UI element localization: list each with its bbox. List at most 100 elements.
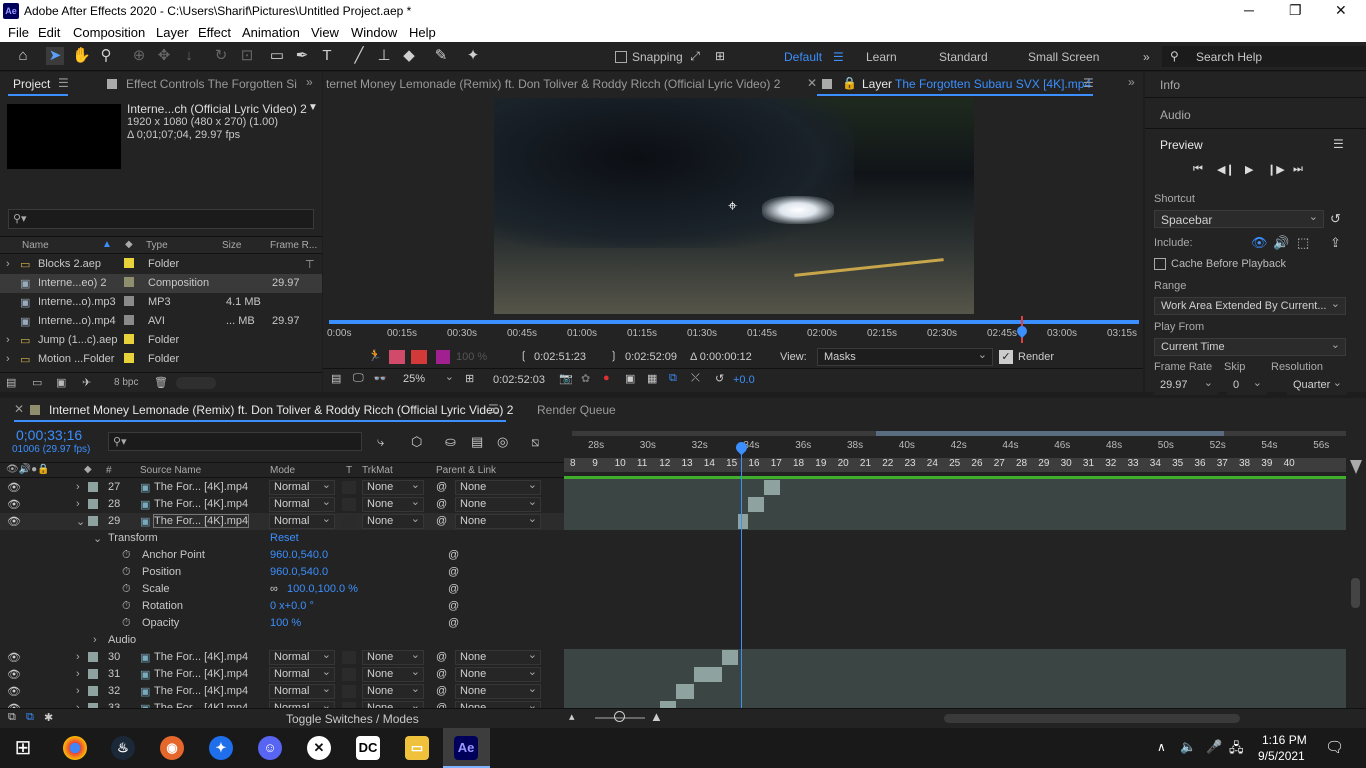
layer-marker[interactable]: 10 bbox=[615, 458, 626, 469]
vr-icon[interactable]: 👓 bbox=[373, 372, 387, 385]
layer-switches-icon[interactable]: ⧉ bbox=[8, 711, 16, 724]
workspace-default[interactable]: Default bbox=[784, 50, 822, 64]
panel-menu-icon[interactable]: ☰ bbox=[58, 76, 69, 90]
set-out-icon[interactable]: ❳ bbox=[609, 349, 618, 362]
hand-tool-icon[interactable]: ✋ bbox=[72, 47, 91, 65]
pickwhip-icon[interactable]: @ bbox=[436, 668, 447, 680]
out-time[interactable]: 0:02:52:09 bbox=[625, 351, 677, 363]
project-item[interactable]: ▣ Interne...o).mp4 AVI ... MB 29.97 bbox=[0, 312, 322, 331]
pickwhip-icon[interactable]: @ bbox=[436, 481, 447, 493]
layer-marker[interactable]: 15 bbox=[726, 458, 737, 469]
view-select[interactable]: Masks bbox=[817, 348, 993, 366]
label-swatch[interactable] bbox=[88, 482, 98, 492]
opacity-color-swatch[interactable] bbox=[436, 350, 450, 364]
rectangle-tool-icon[interactable]: ▭ bbox=[268, 47, 286, 65]
snap-expand-icon[interactable]: ⤢ bbox=[686, 47, 704, 65]
volume-icon[interactable]: 🔈 bbox=[1180, 739, 1196, 755]
frame-blending-icon[interactable]: ▤ bbox=[471, 434, 483, 450]
layer-marker[interactable]: 9 bbox=[592, 458, 598, 469]
clock-time[interactable]: 1:16 PM bbox=[1262, 733, 1307, 747]
label-swatch[interactable] bbox=[88, 516, 98, 526]
new-comp-icon[interactable]: ▣ bbox=[56, 376, 66, 389]
pickwhip-icon[interactable]: @ bbox=[448, 600, 459, 612]
menu-animation[interactable]: Animation bbox=[242, 25, 300, 40]
project-search-input[interactable]: ⚲▾ bbox=[8, 209, 314, 229]
blend-mode-select[interactable]: Normal bbox=[269, 683, 335, 699]
layer-track[interactable] bbox=[564, 513, 1346, 530]
include-audio-icon[interactable]: 🔊 bbox=[1273, 235, 1289, 251]
cache-checkbox[interactable] bbox=[1154, 258, 1166, 270]
lock-icon[interactable]: 🔒 bbox=[842, 76, 857, 90]
panel-overflow-icon[interactable]: » bbox=[1128, 75, 1135, 89]
close-tab-icon[interactable]: ✕ bbox=[807, 76, 817, 90]
layer-marker[interactable]: 38 bbox=[1239, 458, 1250, 469]
clock-date[interactable]: 9/5/2021 bbox=[1258, 749, 1305, 763]
eye-icon[interactable]: 👁 bbox=[7, 651, 21, 664]
menu-view[interactable]: View bbox=[311, 25, 339, 40]
discord-icon[interactable]: ☺ bbox=[258, 736, 282, 760]
eye-icon[interactable]: 👁 bbox=[7, 498, 21, 511]
property-track[interactable] bbox=[564, 581, 1346, 598]
channels-icon[interactable]: ● bbox=[603, 372, 610, 384]
pen-tool-icon[interactable]: ✒ bbox=[293, 47, 311, 65]
menu-effect[interactable]: Effect bbox=[198, 25, 231, 40]
stopwatch-icon[interactable]: ⏱ bbox=[122, 617, 131, 630]
col-type[interactable]: Type bbox=[146, 240, 168, 251]
set-in-icon[interactable]: ❲ bbox=[519, 349, 528, 362]
panel-overflow-icon[interactable]: » bbox=[306, 75, 313, 89]
track-matte-select[interactable]: None bbox=[362, 513, 424, 529]
snapshot-icon[interactable]: 📷 bbox=[559, 372, 573, 385]
layer-time-ruler[interactable]: 0:00s 00:15s 00:30s 00:45s 01:00s 01:15s 01:30… bbox=[325, 316, 1141, 343]
twirl-icon[interactable]: › bbox=[76, 498, 80, 510]
always-preview-icon[interactable]: ▤ bbox=[331, 372, 341, 385]
stopwatch-icon[interactable]: ⏱ bbox=[122, 566, 131, 579]
layer-marker[interactable]: 22 bbox=[882, 458, 893, 469]
pickwhip-icon[interactable]: @ bbox=[436, 651, 447, 663]
eraser-tool-icon[interactable]: ◆ bbox=[400, 47, 418, 65]
layer-marker[interactable]: 14 bbox=[704, 458, 715, 469]
preserve-transparency-box[interactable] bbox=[342, 685, 356, 698]
layer-row[interactable]: 👁 › 32 ▣The For... [4K].mp4 Normal None @ None bbox=[0, 683, 564, 700]
workspace-learn[interactable]: Learn bbox=[866, 50, 897, 64]
bpc-label[interactable]: 8 bpc bbox=[114, 377, 138, 388]
menu-layer[interactable]: Layer bbox=[156, 25, 189, 40]
layer-marker[interactable]: 12 bbox=[659, 458, 670, 469]
timeline-playhead[interactable] bbox=[741, 444, 742, 708]
layer-marker[interactable]: 8 bbox=[570, 458, 576, 469]
windows-start-icon[interactable]: ⊞ bbox=[11, 736, 35, 760]
property-value[interactable]: 100 % bbox=[270, 617, 301, 629]
layer-duration-bar[interactable] bbox=[764, 480, 780, 495]
transform-property[interactable]: ⏱ Opacity 100 % @ bbox=[0, 615, 564, 632]
file-explorer-icon[interactable]: ▭ bbox=[405, 736, 429, 760]
project-item[interactable]: ▣ Interne...o).mp3 MP3 4.1 MB bbox=[0, 293, 322, 312]
project-item[interactable]: ▣ Interne...eo) 2 Composition 29.97 bbox=[0, 274, 322, 293]
layer-marker[interactable]: 29 bbox=[1038, 458, 1049, 469]
transfer-controls-icon[interactable]: ⧉ bbox=[26, 711, 34, 724]
menu-file[interactable]: File bbox=[8, 25, 29, 40]
label-swatch[interactable] bbox=[124, 277, 134, 287]
track-matte-select[interactable]: None bbox=[362, 496, 424, 512]
label-swatch[interactable] bbox=[124, 296, 134, 306]
layer-source-name[interactable]: The For... [4K].mp4 bbox=[154, 668, 248, 680]
prev-frame-icon[interactable]: ◀❙ bbox=[1217, 163, 1235, 176]
playhead-icon[interactable] bbox=[1014, 323, 1030, 339]
layer-track[interactable] bbox=[564, 683, 1346, 700]
twirl-icon[interactable]: › bbox=[76, 668, 80, 680]
out-mark-icon[interactable] bbox=[411, 350, 427, 364]
first-frame-icon[interactable]: ⏮ bbox=[1193, 163, 1203, 176]
label-swatch[interactable] bbox=[124, 258, 134, 268]
snap-feature-icon[interactable]: ⊞ bbox=[711, 47, 729, 65]
pickwhip-icon[interactable]: @ bbox=[436, 498, 447, 510]
track-matte-select[interactable]: None bbox=[362, 666, 424, 682]
external-output-icon[interactable]: ⇪ bbox=[1330, 235, 1341, 251]
taskbar-active-app[interactable]: Ae bbox=[443, 728, 490, 768]
audio-group[interactable]: › Audio bbox=[0, 632, 564, 649]
fit-icon[interactable]: ⊞ bbox=[465, 372, 474, 385]
menu-window[interactable]: Window bbox=[351, 25, 397, 40]
tab-render-queue[interactable]: Render Queue bbox=[537, 403, 616, 417]
blend-mode-select[interactable]: Normal bbox=[269, 496, 335, 512]
layer-duration-bar[interactable] bbox=[722, 650, 738, 665]
layer-marker[interactable]: 25 bbox=[949, 458, 960, 469]
layer-source-name[interactable]: The For... [4K].mp4 bbox=[154, 685, 248, 697]
thumbnail-slider[interactable] bbox=[176, 377, 216, 389]
